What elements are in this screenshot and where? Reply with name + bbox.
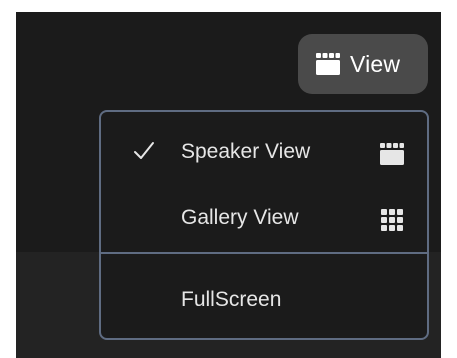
menu-item-speaker-view[interactable]: Speaker View [101,132,427,172]
menu-item-fullscreen[interactable]: FullScreen [101,280,427,320]
view-button[interactable]: View [298,34,428,94]
menu-item-label: Speaker View [181,140,311,163]
checkmark-icon [134,142,154,159]
menu-item-label: Gallery View [181,206,299,229]
view-menu: Speaker View Gallery View FullScreen [99,110,429,340]
speaker-view-icon [316,53,340,75]
speaker-view-icon [380,143,404,165]
view-button-label: View [350,50,401,77]
menu-item-label: FullScreen [181,288,282,311]
canvas: View Speaker View Gallery View FullScree… [0,0,457,358]
gallery-view-icon [381,209,403,231]
menu-divider [101,252,427,254]
menu-item-gallery-view[interactable]: Gallery View [101,198,427,238]
meeting-window: View Speaker View Gallery View FullScree… [16,12,441,358]
